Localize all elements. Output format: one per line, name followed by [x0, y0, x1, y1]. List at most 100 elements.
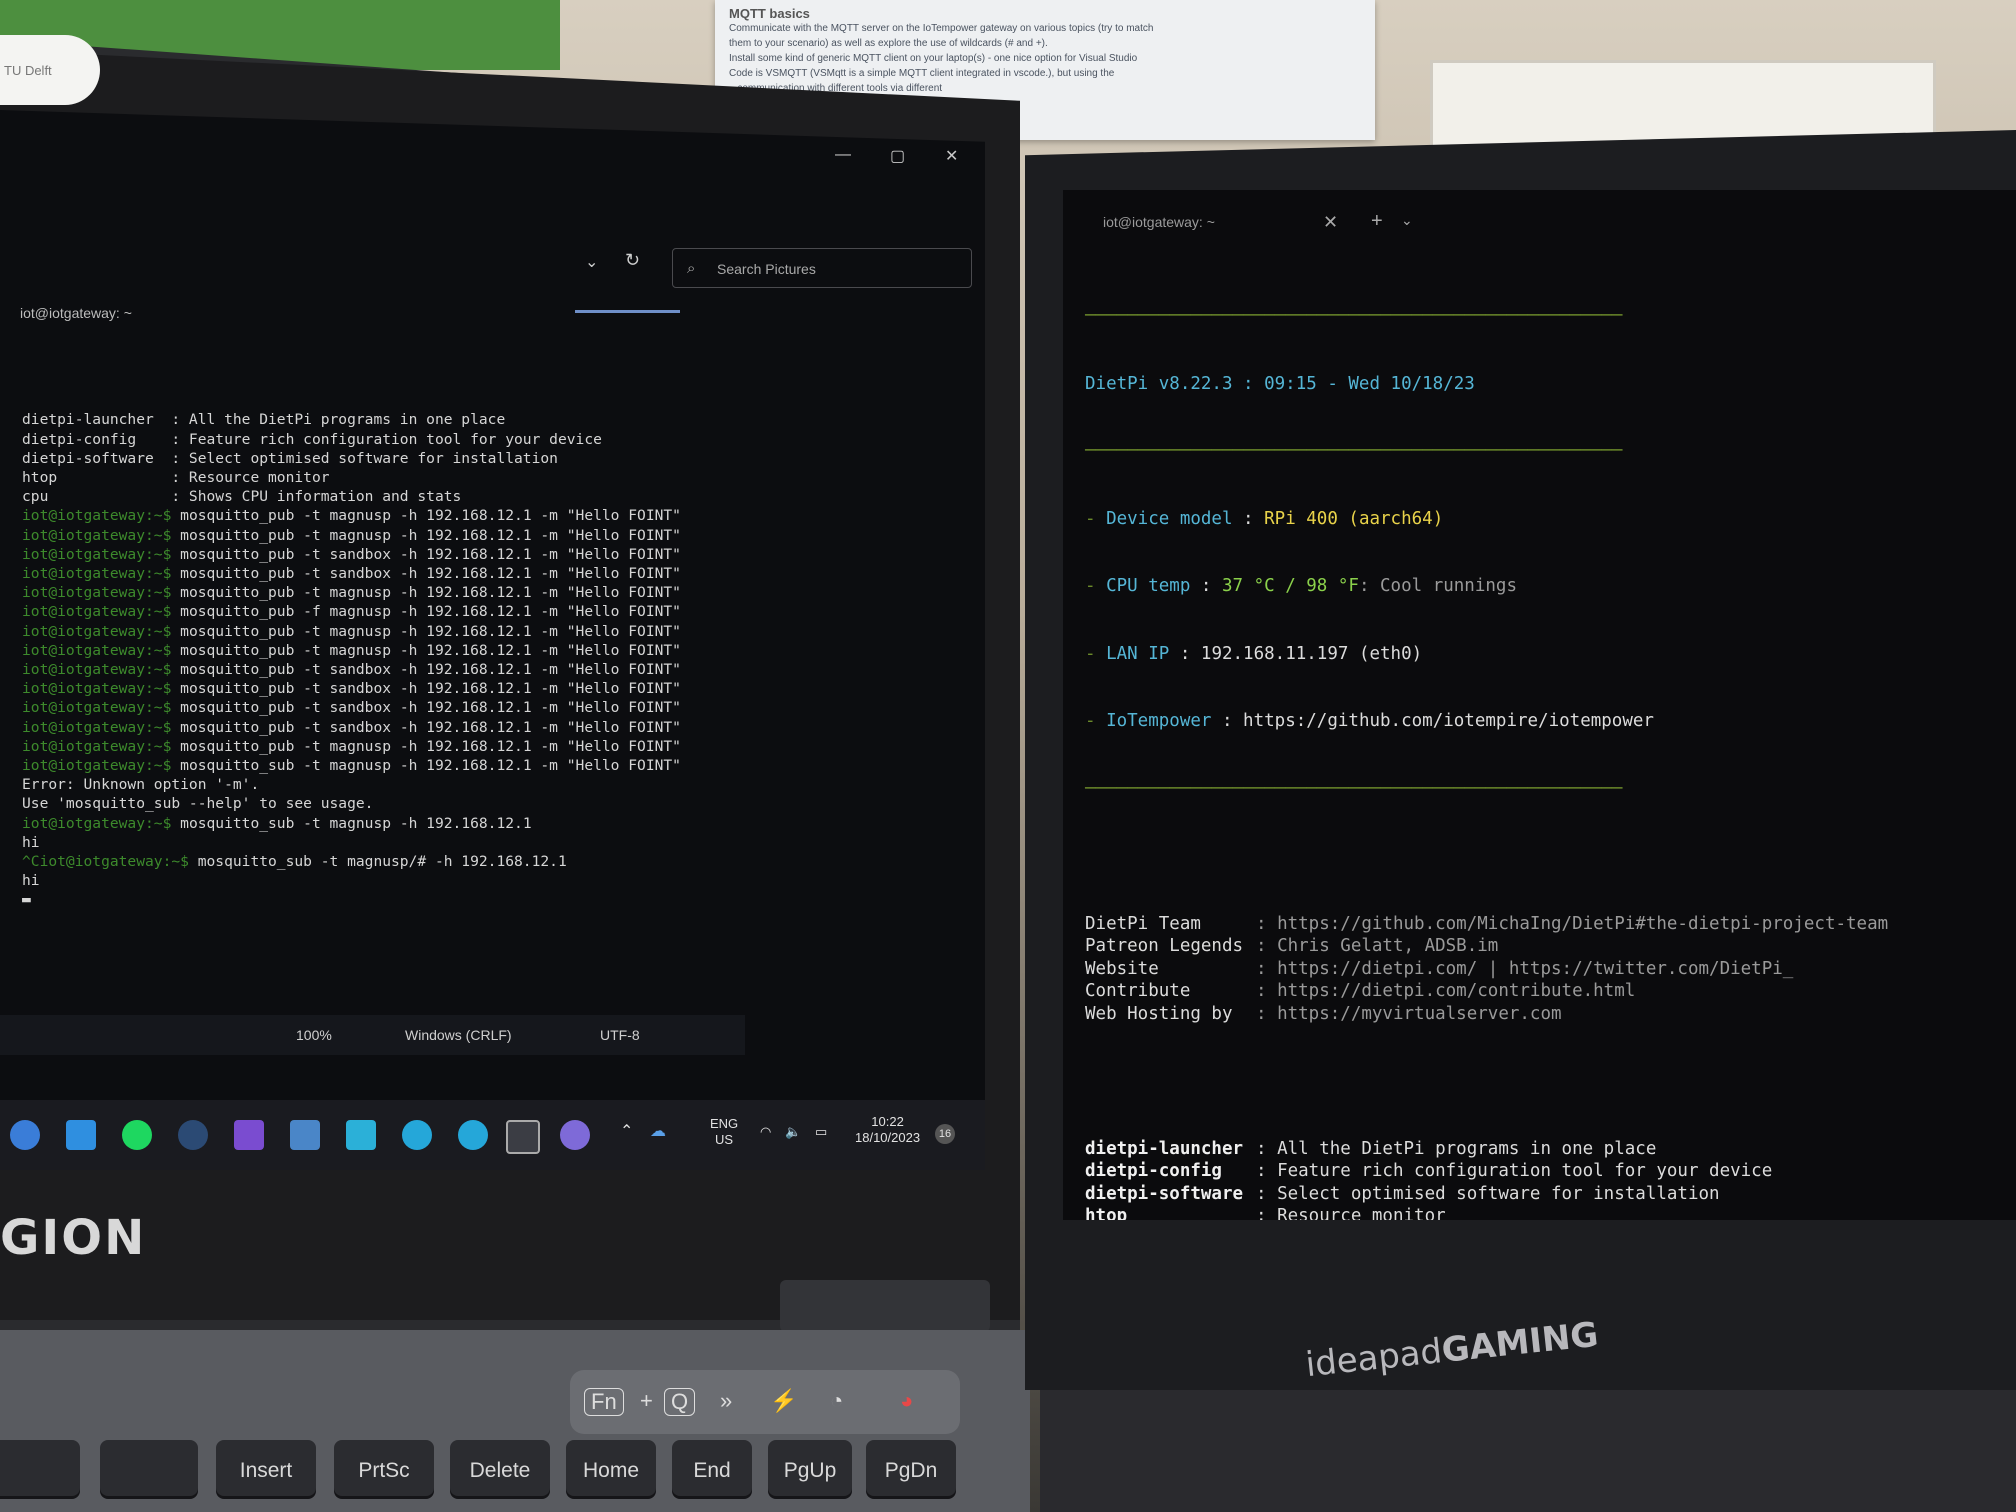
wifi-icon[interactable]: ◠	[760, 1124, 771, 1140]
prompt: iot@iotgateway:~$	[22, 718, 172, 736]
terminal-line: iot@iotgateway:~$ mosquitto_pub -f magnu…	[22, 602, 681, 621]
command-text: hi	[22, 833, 40, 851]
pgdn-key[interactable]: PgDn	[866, 1440, 956, 1496]
terminal-line: hi	[22, 871, 681, 890]
command-text: mosquitto_pub -f magnusp -h 192.168.12.1…	[171, 603, 681, 621]
command-text: mosquitto_pub -t sandbox -h 192.168.12.1…	[171, 680, 681, 698]
lan-ip-label: LAN IP	[1106, 643, 1170, 664]
prompt: iot@iotgateway:~$	[22, 507, 172, 525]
terminal-tab-title[interactable]: iot@iotgateway: ~	[1103, 214, 1215, 230]
new-tab-icon[interactable]: +	[1371, 210, 1383, 233]
clock[interactable]: 10:22 18/10/2023	[855, 1114, 920, 1146]
terminal-tab[interactable]: iot@iotgateway: ~	[20, 305, 132, 321]
credit-label: Patreon Legends	[1085, 936, 1244, 956]
device-model-value: RPi 400 (aarch64)	[1264, 508, 1444, 529]
command-text: dietpi-software : Select optimised softw…	[22, 449, 558, 467]
tool-name: dietpi-config	[1085, 1161, 1222, 1181]
vscode-icon[interactable]	[66, 1120, 96, 1150]
terminal-line: dietpi-launcher : All the DietPi program…	[22, 410, 681, 429]
prompt: iot@iotgateway:~$	[22, 699, 172, 717]
poster-title: MQTT basics	[729, 6, 810, 21]
line-ending[interactable]: Windows (CRLF)	[405, 1027, 512, 1043]
notification-badge[interactable]: 16	[935, 1124, 955, 1144]
poster-line: Code is VSMQTT (VSMqtt is a simple MQTT …	[729, 68, 1115, 79]
terminal-line: dietpi-config : Feature rich configurati…	[22, 430, 681, 449]
terminal-line: ^Ciot@iotgateway:~$ mosquitto_sub -t mag…	[22, 852, 681, 871]
command-text: mosquitto_pub -t magnusp -h 192.168.12.1…	[171, 584, 681, 602]
network-tool-icon[interactable]	[290, 1120, 320, 1150]
fn-key-label[interactable]: Fn	[584, 1388, 624, 1416]
device-model-row: - Device model : RPi 400 (aarch64)	[1085, 508, 1444, 529]
left-terminal-output[interactable]: dietpi-launcher : All the DietPi program…	[22, 372, 681, 948]
prtsc-key[interactable]: PrtSc	[334, 1440, 434, 1496]
prompt: iot@iotgateway:~$	[22, 565, 172, 583]
iotempower-link[interactable]: https://github.com/iotempire/iotempower	[1243, 711, 1654, 731]
prompt: iot@iotgateway:~$	[22, 661, 172, 679]
visual-studio-icon[interactable]	[234, 1120, 264, 1150]
key[interactable]	[0, 1440, 80, 1496]
terminal-line: iot@iotgateway:~$ mosquitto_sub -t magnu…	[22, 814, 681, 833]
credit-value: : https://myvirtualserver.com	[1256, 1003, 1562, 1024]
maximize-button[interactable]: ▢	[890, 146, 905, 166]
chevron-up-icon[interactable]: ⌃	[620, 1124, 633, 1140]
right-terminal-output[interactable]: ────────────────────────────────────────…	[1085, 260, 1888, 1220]
app-icon[interactable]	[458, 1120, 488, 1150]
credit-row: Web Hosting by: https://myvirtualserver.…	[1085, 1003, 1888, 1026]
spotify-icon[interactable]	[122, 1120, 152, 1150]
search-placeholder: Search Pictures	[717, 261, 816, 277]
command-text: Error: Unknown option '-m'.	[22, 776, 260, 794]
right-laptop-deck	[1040, 1390, 2016, 1512]
terminal-line: hi	[22, 833, 681, 852]
terminal-line: iot@iotgateway:~$ mosquitto_pub -t magnu…	[22, 641, 681, 660]
separator: ────────────────────────────────────────…	[1085, 778, 1623, 799]
delete-key[interactable]: Delete	[450, 1440, 550, 1496]
insert-key[interactable]: Insert	[216, 1440, 316, 1496]
tool-description: : Resource monitor	[1256, 1206, 1446, 1220]
chevron-down-icon[interactable]: ⌄	[585, 252, 598, 272]
tool-row: dietpi-launcher: All the DietPi programs…	[1085, 1138, 1888, 1161]
device-model-label: Device model	[1106, 508, 1233, 529]
close-button[interactable]: ✕	[945, 146, 958, 166]
command-text: mosquitto_pub -t sandbox -h 192.168.12.1…	[171, 565, 681, 583]
hinge	[780, 1280, 990, 1332]
app-icon[interactable]	[346, 1120, 376, 1150]
battery-icon[interactable]: ▭	[815, 1124, 827, 1140]
onedrive-icon[interactable]: ☁	[650, 1124, 666, 1140]
gauge-red-icon: ◕	[900, 1388, 914, 1413]
separator: ────────────────────────────────────────…	[1085, 306, 1623, 326]
encoding[interactable]: UTF-8	[600, 1027, 640, 1043]
terminal-line: iot@iotgateway:~$ mosquitto_pub -t magnu…	[22, 506, 681, 525]
terminal-tabbar: iot@iotgateway: ~ ✕ + ⌄	[1063, 200, 2016, 250]
command-text: dietpi-config : Feature rich configurati…	[22, 430, 602, 448]
key[interactable]	[100, 1440, 198, 1496]
command-text: ▬	[22, 891, 31, 909]
app-icon[interactable]	[560, 1120, 590, 1150]
steam-icon[interactable]	[178, 1120, 208, 1150]
refresh-icon[interactable]: ↻	[625, 250, 640, 271]
poster-line: Install some kind of generic MQTT client…	[729, 53, 1138, 64]
pgup-key[interactable]: PgUp	[768, 1440, 852, 1496]
command-text: mosquitto_sub -t magnusp -h 192.168.12.1	[171, 814, 532, 832]
app-icon[interactable]	[10, 1120, 40, 1150]
terminal-line: iot@iotgateway:~$ mosquitto_pub -t sandb…	[22, 545, 681, 564]
end-key[interactable]: End	[672, 1440, 752, 1496]
keyboard-top-row: Insert PrtSc Delete Home End PgUp PgDn	[0, 1440, 1000, 1512]
command-text: Use 'mosquitto_sub --help' to see usage.	[22, 795, 374, 813]
credit-row: Patreon Legends: Chris Gelatt, ADSB.im	[1085, 935, 1888, 958]
terminal-icon[interactable]	[506, 1120, 540, 1154]
language-indicator[interactable]: ENG US	[710, 1116, 738, 1148]
gauge-icon: ◔	[830, 1388, 844, 1413]
command-text: cpu : Shows CPU information and stats	[22, 488, 462, 506]
chevron-down-icon[interactable]: ⌄	[1401, 212, 1413, 229]
prompt: iot@iotgateway:~$	[22, 641, 172, 659]
minimize-button[interactable]: —	[835, 146, 851, 164]
q-key-label[interactable]: Q	[664, 1388, 696, 1416]
editor-statusbar: 100% Windows (CRLF) UTF-8	[0, 1015, 745, 1055]
zoom-level[interactable]: 100%	[296, 1027, 332, 1043]
tu-delft-sticker: TU Delft	[0, 35, 100, 105]
search-input[interactable]: ⌕ Search Pictures	[672, 248, 972, 288]
app-icon[interactable]	[402, 1120, 432, 1150]
close-tab-icon[interactable]: ✕	[1323, 212, 1338, 233]
volume-icon[interactable]: 🔈	[785, 1124, 801, 1140]
home-key[interactable]: Home	[566, 1440, 656, 1496]
